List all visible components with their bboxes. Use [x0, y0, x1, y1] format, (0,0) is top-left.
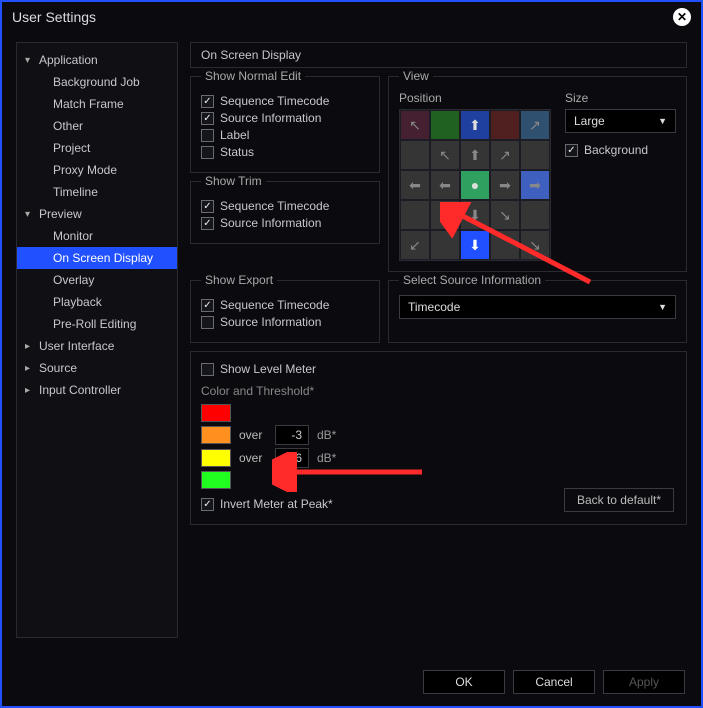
- color-swatch-orange[interactable]: [201, 426, 231, 444]
- view-group: View Position ↖ ⬆ ↗ ↖ ⬆ ↗: [388, 76, 687, 272]
- chevron-right-icon: ▸: [25, 363, 35, 374]
- chevron-down-icon: ▾: [25, 55, 35, 66]
- tree-item-monitor[interactable]: Monitor: [17, 225, 177, 247]
- ok-button[interactable]: OK: [423, 670, 505, 694]
- tree-item-other[interactable]: Other: [17, 115, 177, 137]
- pos-cell[interactable]: ●: [460, 170, 490, 200]
- tree-item-pre-roll-editing[interactable]: Pre-Roll Editing: [17, 313, 177, 335]
- tree-item-timeline[interactable]: Timeline: [17, 181, 177, 203]
- tree-item-user-interface[interactable]: ▸User Interface: [17, 335, 177, 357]
- pos-cell[interactable]: ➡: [490, 170, 520, 200]
- tree-item-on-screen-display[interactable]: On Screen Display: [17, 247, 177, 269]
- pos-cell[interactable]: [490, 110, 520, 140]
- chevron-down-icon: ▼: [658, 302, 667, 312]
- threshold-input-1[interactable]: -3: [275, 425, 309, 445]
- source-info-dropdown[interactable]: Timecode ▼: [399, 295, 676, 319]
- close-icon[interactable]: ✕: [673, 8, 691, 26]
- pos-cell[interactable]: ↘: [520, 230, 550, 260]
- color-swatch-red[interactable]: [201, 404, 231, 422]
- tree-item-application[interactable]: ▾Application: [17, 49, 177, 71]
- pos-cell[interactable]: ↘: [490, 200, 520, 230]
- pos-cell[interactable]: ⬇: [460, 200, 490, 230]
- checkbox-label[interactable]: [201, 129, 214, 142]
- pos-cell[interactable]: ⬆: [460, 140, 490, 170]
- pos-cell[interactable]: ↗: [490, 140, 520, 170]
- checkbox-export-source-information[interactable]: [201, 316, 214, 329]
- chevron-down-icon: ▾: [25, 209, 35, 220]
- tree-item-background-job[interactable]: Background Job: [17, 71, 177, 93]
- size-label: Size: [565, 91, 676, 105]
- show-normal-edit-group: Show Normal Edit Sequence Timecode Sourc…: [190, 76, 380, 173]
- chevron-right-icon: ▸: [25, 385, 35, 396]
- pos-cell[interactable]: [430, 110, 460, 140]
- position-label: Position: [399, 91, 551, 105]
- checkbox-invert-meter[interactable]: [201, 498, 214, 511]
- checkbox-show-level-meter[interactable]: [201, 363, 214, 376]
- pos-cell[interactable]: ↙: [400, 230, 430, 260]
- chevron-right-icon: ▸: [25, 341, 35, 352]
- chevron-down-icon: ▼: [658, 116, 667, 126]
- pos-cell[interactable]: ↖: [430, 140, 460, 170]
- pos-cell[interactable]: ↖: [400, 110, 430, 140]
- level-meter-group: Show Level Meter Color and Threshold* ov…: [190, 351, 687, 525]
- select-source-group: Select Source Information Timecode ▼: [388, 280, 687, 343]
- pos-cell[interactable]: [400, 140, 430, 170]
- checkbox-export-sequence-timecode[interactable]: [201, 299, 214, 312]
- show-export-group: Show Export Sequence Timecode Source Inf…: [190, 280, 380, 343]
- checkbox-sequence-timecode[interactable]: [201, 95, 214, 108]
- pos-cell[interactable]: ⬆: [460, 110, 490, 140]
- tree-item-project[interactable]: Project: [17, 137, 177, 159]
- pos-cell[interactable]: [520, 200, 550, 230]
- checkbox-background[interactable]: [565, 144, 578, 157]
- tree-item-input-controller[interactable]: ▸Input Controller: [17, 379, 177, 401]
- threshold-input-2[interactable]: -6: [275, 448, 309, 468]
- pos-cell[interactable]: ↗: [520, 110, 550, 140]
- tree-item-playback[interactable]: Playback: [17, 291, 177, 313]
- position-grid: ↖ ⬆ ↗ ↖ ⬆ ↗ ⬅ ⬅ ●: [399, 109, 551, 261]
- window-title: User Settings: [12, 9, 96, 25]
- color-swatch-green[interactable]: [201, 471, 231, 489]
- tree-item-overlay[interactable]: Overlay: [17, 269, 177, 291]
- color-swatch-yellow[interactable]: [201, 449, 231, 467]
- pos-cell-selected[interactable]: ⬇: [460, 230, 490, 260]
- checkbox-status[interactable]: [201, 146, 214, 159]
- pos-cell[interactable]: [400, 200, 430, 230]
- size-dropdown[interactable]: Large ▼: [565, 109, 676, 133]
- pos-cell[interactable]: ⬅: [400, 170, 430, 200]
- checkbox-source-information[interactable]: [201, 112, 214, 125]
- show-trim-group: Show Trim Sequence Timecode Source Infor…: [190, 181, 380, 244]
- checkbox-trim-source-information[interactable]: [201, 217, 214, 230]
- apply-button[interactable]: Apply: [603, 670, 685, 694]
- pos-cell[interactable]: ➡: [520, 170, 550, 200]
- page-title: On Screen Display: [190, 42, 687, 68]
- pos-cell[interactable]: ↙: [430, 200, 460, 230]
- tree-item-proxy-mode[interactable]: Proxy Mode: [17, 159, 177, 181]
- pos-cell[interactable]: ⬅: [430, 170, 460, 200]
- cancel-button[interactable]: Cancel: [513, 670, 595, 694]
- tree-item-source[interactable]: ▸Source: [17, 357, 177, 379]
- settings-tree: ▾Application Background Job Match Frame …: [16, 42, 178, 638]
- pos-cell[interactable]: [520, 140, 550, 170]
- tree-item-match-frame[interactable]: Match Frame: [17, 93, 177, 115]
- tree-item-preview[interactable]: ▾Preview: [17, 203, 177, 225]
- pos-cell[interactable]: [430, 230, 460, 260]
- back-to-default-button[interactable]: Back to default*: [564, 488, 674, 512]
- checkbox-trim-sequence-timecode[interactable]: [201, 200, 214, 213]
- pos-cell[interactable]: [490, 230, 520, 260]
